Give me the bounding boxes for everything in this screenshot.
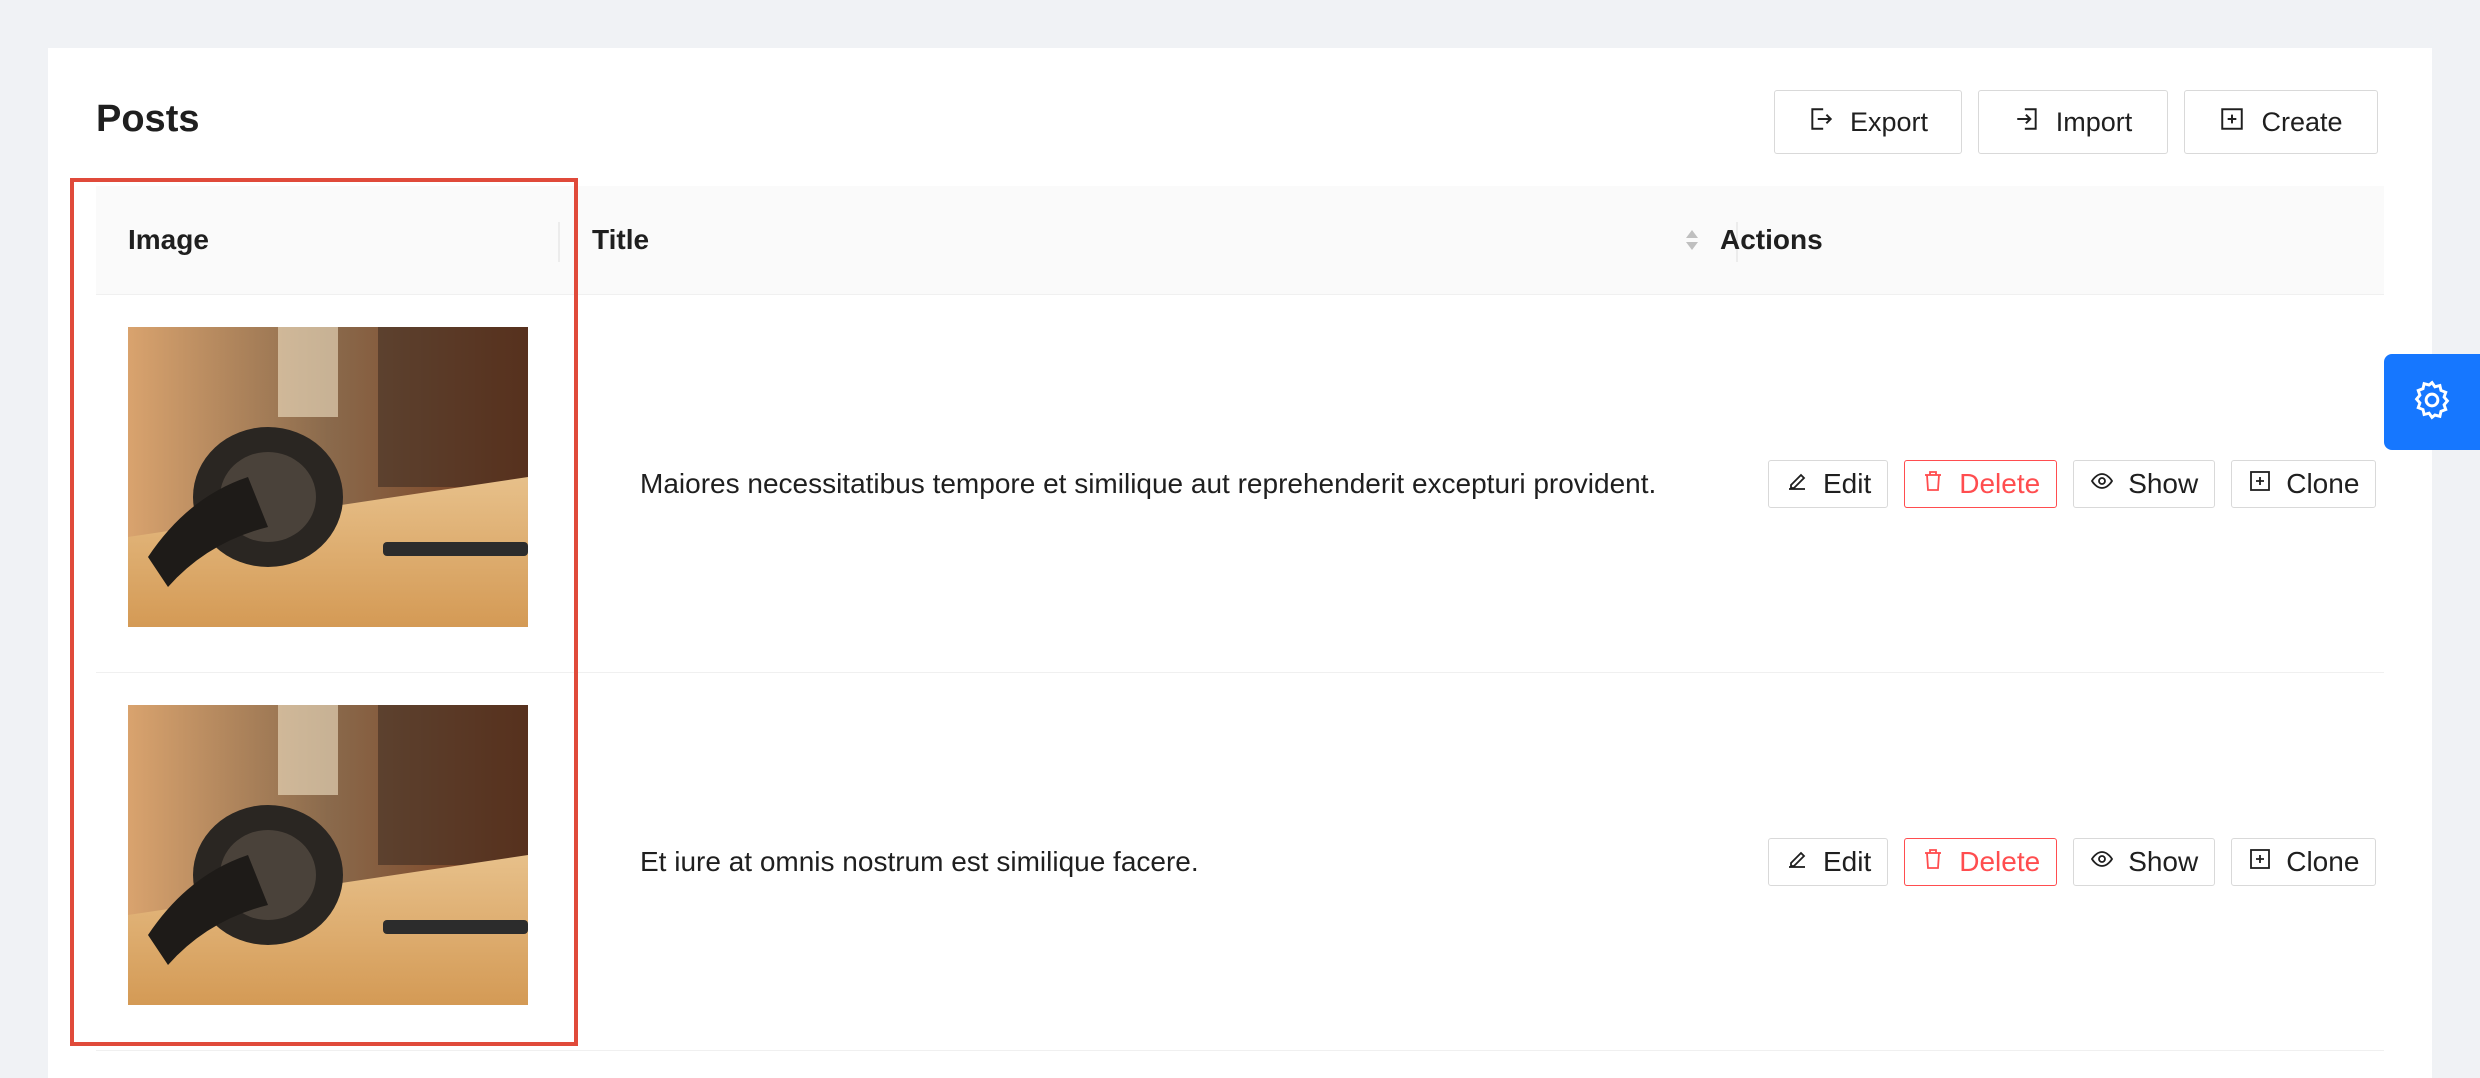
post-title: Maiores necessitatibus tempore et simili… <box>640 467 1657 499</box>
import-icon <box>2014 106 2040 139</box>
table-header: Image Title Actions <box>96 186 2384 295</box>
posts-table: Image Title Actions Maiores necessitatib… <box>96 186 2384 1051</box>
plus-square-icon <box>2219 106 2245 139</box>
table-row: Maiores necessitatibus tempore et simili… <box>96 295 2384 673</box>
plus-square-icon <box>2248 846 2272 878</box>
clone-label: Clone <box>2286 845 2360 877</box>
column-header-actions: Actions <box>1720 224 1823 255</box>
edit-icon <box>1785 468 1809 500</box>
clone-label: Clone <box>2286 467 2360 499</box>
row-actions: Edit Delete Show Clone <box>1768 295 2377 672</box>
delete-label: Delete <box>1959 467 2041 499</box>
edit-label: Edit <box>1823 467 1872 499</box>
delete-icon <box>1921 846 1945 878</box>
edit-button[interactable]: Edit <box>1768 459 1889 508</box>
clone-button[interactable]: Clone <box>2231 837 2377 886</box>
settings-button[interactable] <box>2384 354 2480 450</box>
edit-button[interactable]: Edit <box>1768 837 1889 886</box>
export-icon <box>1808 106 1834 139</box>
sort-icon[interactable] <box>1684 224 1700 256</box>
column-header-image: Image <box>128 224 209 255</box>
edit-icon <box>1785 846 1809 878</box>
delete-button[interactable]: Delete <box>1904 837 2058 886</box>
export-label: Export <box>1849 106 1929 137</box>
import-label: Import <box>2055 106 2133 137</box>
show-button[interactable]: Show <box>2073 837 2216 886</box>
posts-card: Posts Export Import Create Image Title A… <box>48 48 2432 1078</box>
eye-icon <box>2090 846 2114 878</box>
column-divider <box>558 222 560 262</box>
gear-icon <box>2410 378 2454 427</box>
create-button[interactable]: Create <box>2184 90 2378 154</box>
post-image[interactable] <box>128 327 528 627</box>
delete-button[interactable]: Delete <box>1904 459 2058 508</box>
eye-icon <box>2090 468 2114 500</box>
create-label: Create <box>2261 106 2343 137</box>
clone-button[interactable]: Clone <box>2231 459 2377 508</box>
edit-label: Edit <box>1823 845 1872 877</box>
row-actions: Edit Delete Show Clone <box>1768 673 2377 1050</box>
plus-square-icon <box>2248 468 2272 500</box>
column-header-title[interactable]: Title <box>592 186 649 294</box>
delete-label: Delete <box>1959 845 2041 877</box>
delete-icon <box>1921 468 1945 500</box>
show-label: Show <box>2128 467 2199 499</box>
export-button[interactable]: Export <box>1774 90 1962 154</box>
post-title: Et iure at omnis nostrum est similique f… <box>640 845 1199 877</box>
show-label: Show <box>2128 845 2199 877</box>
page-title: Posts <box>96 98 200 140</box>
table-row: Et iure at omnis nostrum est similique f… <box>96 673 2384 1051</box>
post-image[interactable] <box>128 705 528 1005</box>
import-button[interactable]: Import <box>1978 90 2168 154</box>
show-button[interactable]: Show <box>2073 459 2216 508</box>
